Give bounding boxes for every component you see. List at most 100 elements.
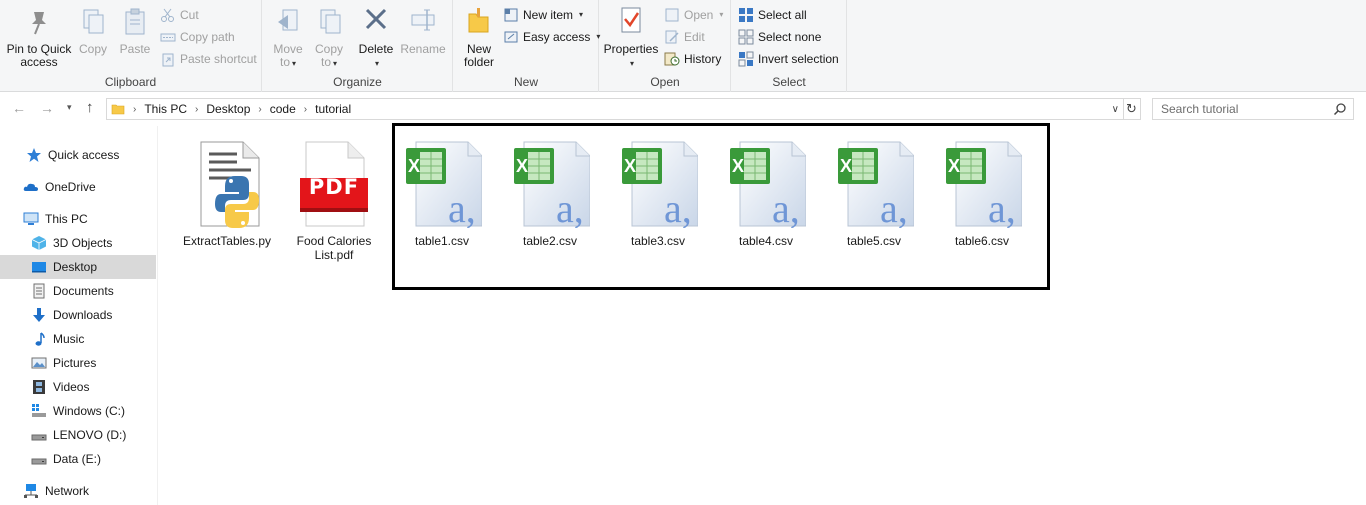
- invert-selection-button[interactable]: Invert selection: [738, 49, 839, 69]
- paste-button[interactable]: Paste: [115, 4, 155, 56]
- organize-group: Move to ▾ Copy to ▾ Delete ▾ Rename Orga…: [263, 0, 453, 92]
- sidebar-item-label: Desktop: [53, 260, 98, 274]
- sidebar-item-quick-access[interactable]: Quick access: [0, 143, 156, 167]
- sidebar-item-label: Videos: [53, 380, 90, 394]
- select-all-button[interactable]: Select all: [738, 5, 807, 25]
- select-none-button[interactable]: Select none: [738, 27, 821, 47]
- breadcrumb-tutorial[interactable]: tutorial: [315, 102, 351, 116]
- folder-icon: [111, 104, 125, 115]
- navigation-pane: Quick access OneDrive This PC 3D Objects…: [0, 138, 158, 505]
- file-name: ExtractTables.py: [182, 234, 272, 248]
- select-none-label: Select none: [758, 30, 822, 44]
- copy-button[interactable]: Copy: [74, 4, 112, 56]
- sidebar-item-documents[interactable]: Documents: [0, 279, 156, 303]
- invert-selection-icon: [738, 51, 754, 67]
- sidebar-item-lenovo-d[interactable]: LENOVO (D:): [0, 423, 156, 447]
- easy-access-button[interactable]: Easy access ▾: [503, 27, 600, 47]
- new-group-label: New: [513, 75, 538, 89]
- file-item-extracttables-py[interactable]: ExtractTables.py: [177, 140, 277, 248]
- pin-to-quick-access-button[interactable]: Pin to Quick access: [4, 4, 74, 69]
- sidebar-item-pictures[interactable]: Pictures: [0, 351, 156, 375]
- star-icon: [27, 148, 41, 162]
- paste-shortcut-button[interactable]: Paste shortcut: [160, 49, 257, 69]
- new-folder-label-line2: folder: [463, 55, 495, 69]
- pin-icon: [32, 12, 46, 35]
- edit-button[interactable]: Edit: [664, 27, 705, 47]
- move-to-label-line1: Move: [273, 42, 303, 56]
- search-input[interactable]: Search tutorial: [1152, 98, 1354, 120]
- sidebar-item-data-e[interactable]: Data (E:): [0, 447, 156, 471]
- copy-to-label-line1: Copy: [314, 42, 343, 56]
- new-folder-button[interactable]: New folder: [456, 4, 502, 69]
- rename-button[interactable]: Rename: [399, 4, 447, 56]
- sidebar-item-desktop[interactable]: Desktop: [0, 255, 156, 279]
- sidebar-item-network[interactable]: Network: [0, 479, 156, 503]
- edit-label: Edit: [684, 30, 705, 44]
- select-none-icon: [738, 29, 754, 45]
- clipboard-paste-icon: [125, 8, 145, 35]
- sidebar-item-label: Network: [45, 484, 90, 498]
- open-group: Properties ▾ Open ▾ Edit History Open: [600, 0, 731, 92]
- sidebar-item-onedrive[interactable]: OneDrive: [0, 175, 156, 199]
- properties-button[interactable]: Properties ▾: [602, 4, 660, 70]
- history-button[interactable]: History: [664, 49, 721, 69]
- drive-icon: [32, 404, 46, 417]
- document-icon: [33, 283, 45, 299]
- copy-path-button[interactable]: Copy path: [160, 27, 235, 47]
- sidebar-item-music[interactable]: Music: [0, 327, 156, 351]
- pin-label-line1: Pin to Quick: [6, 42, 72, 56]
- breadcrumb-code[interactable]: code: [270, 102, 296, 116]
- open-label: Open: [684, 8, 714, 22]
- sidebar-item-downloads[interactable]: Downloads: [0, 303, 156, 327]
- new-folder-icon: [468, 8, 489, 33]
- up-arrow-icon[interactable]: ↑: [86, 99, 94, 116]
- sidebar-item-label: This PC: [45, 212, 88, 226]
- csv-files-highlight-box: [392, 123, 1050, 290]
- cut-button[interactable]: Cut: [160, 5, 199, 25]
- new-item-button[interactable]: New item ▾: [503, 5, 583, 25]
- drive-icon: [31, 458, 47, 465]
- python-file-icon: [200, 141, 260, 228]
- paste-shortcut-label: Paste shortcut: [180, 52, 257, 66]
- refresh-icon: ↻: [1126, 101, 1137, 116]
- breadcrumb-separator-icon[interactable]: ›: [258, 104, 261, 115]
- easy-access-icon: [504, 31, 518, 43]
- copy-icon: [83, 9, 104, 34]
- paste-shortcut-icon: [162, 53, 174, 67]
- file-item-food-calories-list-pdf[interactable]: PDF Food Calories List.pdf: [284, 140, 384, 262]
- open-button[interactable]: Open ▾: [664, 5, 723, 25]
- sidebar-item-label: Documents: [53, 284, 114, 298]
- sidebar-item-windows-c[interactable]: Windows (C:): [0, 399, 156, 423]
- search-placeholder: Search tutorial: [1161, 102, 1239, 116]
- forward-arrow-icon[interactable]: →: [40, 100, 54, 116]
- recent-locations-chevron-icon[interactable]: ▾: [67, 102, 72, 113]
- new-item-icon: [504, 8, 518, 22]
- sidebar-item-label: Data (E:): [53, 452, 102, 466]
- delete-label: Delete: [358, 42, 394, 56]
- address-bar[interactable]: › This PC › Desktop › code › tutorial ∨: [106, 98, 1124, 120]
- computer-icon: [23, 212, 39, 225]
- breadcrumb-this-pc[interactable]: This PC: [144, 102, 187, 116]
- sidebar-item-label: Quick access: [48, 148, 120, 162]
- sidebar-item-videos[interactable]: Videos: [0, 375, 156, 399]
- sidebar-item-3d-objects[interactable]: 3D Objects: [0, 231, 156, 255]
- delete-button[interactable]: Delete ▾: [357, 4, 395, 70]
- select-group-label: Select: [772, 75, 806, 89]
- address-dropdown-chevron-icon[interactable]: ∨: [1112, 104, 1119, 115]
- properties-dropdown-icon: ▾: [629, 59, 634, 68]
- breadcrumb-separator-icon[interactable]: ›: [195, 104, 198, 115]
- back-arrow-icon[interactable]: ←: [12, 100, 26, 116]
- copy-label: Copy: [78, 42, 107, 56]
- breadcrumb-separator-icon[interactable]: ›: [304, 104, 307, 115]
- new-folder-label-line1: New: [466, 42, 491, 56]
- history-clock-icon: [664, 52, 680, 66]
- breadcrumb-desktop[interactable]: Desktop: [206, 102, 250, 116]
- refresh-button[interactable]: ↻: [1123, 98, 1141, 120]
- copy-to-button[interactable]: Copy to ▾: [309, 4, 349, 70]
- copy-path-icon: [160, 33, 176, 42]
- open-icon: [665, 8, 679, 22]
- sidebar-item-this-pc[interactable]: This PC: [0, 207, 156, 231]
- file-name-line1: Food Calories: [296, 234, 372, 248]
- move-to-button[interactable]: Move to ▾: [268, 4, 308, 70]
- sidebar-item-label: OneDrive: [45, 180, 96, 194]
